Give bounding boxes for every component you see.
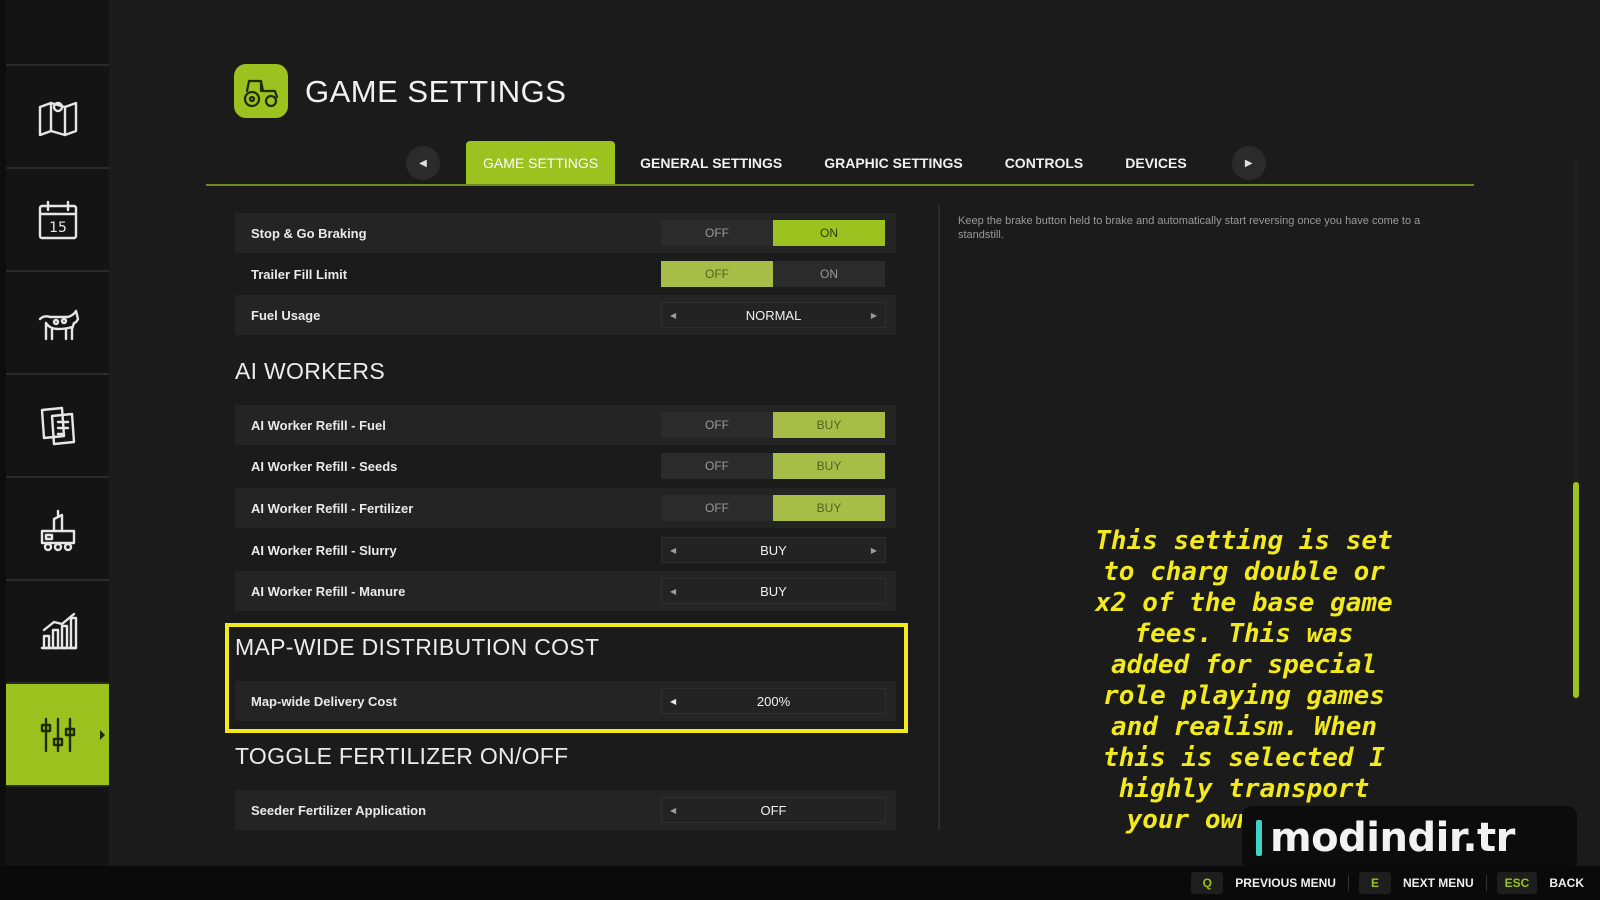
- selector-value: OFF: [760, 802, 787, 818]
- ai-refill-manure-selector[interactable]: ◀ BUY: [661, 578, 886, 604]
- watermark-text: modindir.tr: [1270, 815, 1515, 861]
- setting-description: Keep the brake button held to brake and …: [958, 215, 1421, 241]
- section-title-toggle-fertilizer: TOGGLE FERTILIZER ON/OFF: [235, 743, 569, 769]
- tab-next-button[interactable]: ▶: [1231, 146, 1266, 180]
- ai-refill-seeds-toggle: OFF BUY: [661, 453, 886, 479]
- active-indicator-arrow: [100, 729, 105, 740]
- sidebar-top: [6, 0, 109, 66]
- tractor-icon: [243, 79, 279, 108]
- selector-value: BUY: [760, 583, 787, 599]
- livestock-icon: [38, 309, 79, 340]
- tab-devices[interactable]: DEVICES: [1108, 141, 1203, 185]
- toggle-buy-option[interactable]: BUY: [773, 453, 885, 479]
- next-menu-button[interactable]: NEXT MENU: [1403, 876, 1474, 890]
- tab-graphic-settings[interactable]: GRAPHIC SETTINGS: [807, 141, 979, 185]
- sidebar: 15: [6, 0, 109, 866]
- seeder-fertilizer-selector[interactable]: ◀ OFF: [661, 797, 886, 823]
- selector-value: NORMAL: [745, 307, 802, 323]
- sidebar-item-production[interactable]: [6, 478, 109, 581]
- sidebar-item-contracts[interactable]: [6, 375, 109, 478]
- tab-bar: ◀ GAME SETTINGS GENERAL SETTINGS GRAPHIC…: [406, 141, 1266, 185]
- setting-row-ai-refill-fertilizer: AI Worker Refill - Fertilizer OFF BUY: [235, 488, 896, 528]
- page-title: GAME SETTINGS: [305, 74, 567, 109]
- setting-label: AI Worker Refill - Slurry: [251, 542, 397, 558]
- production-icon: [40, 509, 75, 551]
- footer-bar: Q PREVIOUS MENU E NEXT MENU ESC BACK: [0, 866, 1600, 900]
- section-title-ai-workers: AI WORKERS: [235, 358, 385, 384]
- contracts-icon: [40, 406, 75, 445]
- footer-key-q[interactable]: Q: [1191, 872, 1224, 894]
- setting-label: Seeder Fertilizer Application: [251, 802, 427, 818]
- setting-row-seeder-fertilizer: Seeder Fertilizer Application ◀ OFF: [235, 790, 896, 830]
- back-button[interactable]: BACK: [1549, 876, 1584, 890]
- setting-label: AI Worker Refill - Fuel: [251, 417, 386, 433]
- tab-game-settings[interactable]: GAME SETTINGS: [466, 141, 616, 185]
- highlight-box: [225, 623, 908, 733]
- toggle-on-option[interactable]: ON: [773, 220, 885, 246]
- setting-row-ai-refill-seeds: AI Worker Refill - Seeds OFF BUY: [235, 446, 896, 486]
- fuel-usage-selector[interactable]: ◀ NORMAL ▶: [661, 302, 886, 328]
- header-icon-badge: [234, 64, 288, 118]
- tab-controls[interactable]: CONTROLS: [988, 141, 1101, 185]
- arrow-right-icon[interactable]: ▶: [871, 311, 877, 320]
- map-icon: [38, 101, 77, 136]
- toggle-off-option[interactable]: OFF: [661, 261, 773, 287]
- chevron-right-icon: ▶: [1244, 157, 1253, 169]
- setting-row-ai-refill-manure: AI Worker Refill - Manure ◀ BUY: [235, 571, 896, 611]
- setting-row-stop-go-braking: Stop & Go Braking OFF ON: [235, 213, 896, 253]
- ai-refill-fertilizer-toggle: OFF BUY: [661, 495, 886, 521]
- sidebar-item-settings[interactable]: [6, 684, 109, 787]
- arrow-left-icon[interactable]: ◀: [670, 587, 676, 596]
- sidebar-item-statistics[interactable]: [6, 581, 109, 684]
- toggle-off-option[interactable]: OFF: [661, 495, 773, 521]
- settings-sliders-icon: [40, 717, 75, 752]
- footer-key-e[interactable]: E: [1358, 872, 1391, 894]
- trailer-fill-limit-toggle: OFF ON: [661, 261, 886, 287]
- sidebar-item-animals[interactable]: [6, 272, 109, 375]
- footer-separator: [1347, 875, 1349, 891]
- setting-label: AI Worker Refill - Manure: [251, 583, 406, 599]
- tab-general-settings[interactable]: GENERAL SETTINGS: [623, 141, 799, 185]
- sidebar-item-map[interactable]: [6, 66, 109, 169]
- toggle-on-option[interactable]: ON: [773, 261, 885, 287]
- scrollbar-thumb[interactable]: [1573, 482, 1579, 698]
- setting-label: AI Worker Refill - Fertilizer: [251, 500, 414, 516]
- setting-row-trailer-fill-limit: Trailer Fill Limit OFF ON: [235, 254, 896, 294]
- footer-key-esc[interactable]: ESC: [1496, 872, 1538, 894]
- caption-overlay: This setting is set to charg double or x…: [1095, 526, 1393, 835]
- setting-row-ai-refill-fuel: AI Worker Refill - Fuel OFF BUY: [235, 405, 896, 445]
- footer-separator: [1485, 875, 1487, 891]
- svg-text:15: 15: [49, 220, 67, 236]
- toggle-off-option[interactable]: OFF: [661, 220, 773, 246]
- setting-label: Trailer Fill Limit: [251, 266, 348, 282]
- ai-refill-slurry-selector[interactable]: ◀ BUY ▶: [661, 537, 886, 563]
- previous-menu-button[interactable]: PREVIOUS MENU: [1235, 876, 1336, 890]
- watermark-bar: [1256, 820, 1262, 856]
- setting-label: Stop & Go Braking: [251, 225, 367, 241]
- calendar-icon: 15: [38, 200, 77, 239]
- tab-prev-button[interactable]: ◀: [406, 146, 440, 180]
- stop-go-braking-toggle: OFF ON: [661, 220, 886, 246]
- toggle-buy-option[interactable]: BUY: [773, 495, 885, 521]
- setting-label: Fuel Usage: [251, 307, 321, 323]
- ai-refill-fuel-toggle: OFF BUY: [661, 412, 886, 438]
- arrow-left-icon[interactable]: ◀: [670, 311, 676, 320]
- toggle-buy-option[interactable]: BUY: [773, 412, 885, 438]
- toggle-off-option[interactable]: OFF: [661, 453, 773, 479]
- toggle-off-option[interactable]: OFF: [661, 412, 773, 438]
- watermark: modindir.tr: [1242, 806, 1577, 870]
- arrow-right-icon[interactable]: ▶: [871, 546, 877, 555]
- statistics-icon: [40, 612, 77, 649]
- chevron-left-icon: ◀: [419, 157, 427, 169]
- setting-label: AI Worker Refill - Seeds: [251, 458, 398, 474]
- setting-row-fuel-usage: Fuel Usage ◀ NORMAL ▶: [235, 295, 896, 335]
- panel-divider: [938, 205, 940, 830]
- arrow-left-icon[interactable]: ◀: [670, 806, 676, 815]
- arrow-left-icon[interactable]: ◀: [670, 546, 676, 555]
- setting-row-ai-refill-slurry: AI Worker Refill - Slurry ◀ BUY ▶: [235, 530, 896, 570]
- selector-value: BUY: [760, 542, 787, 558]
- sidebar-item-calendar[interactable]: 15: [6, 169, 109, 272]
- tab-underline: [206, 184, 1474, 186]
